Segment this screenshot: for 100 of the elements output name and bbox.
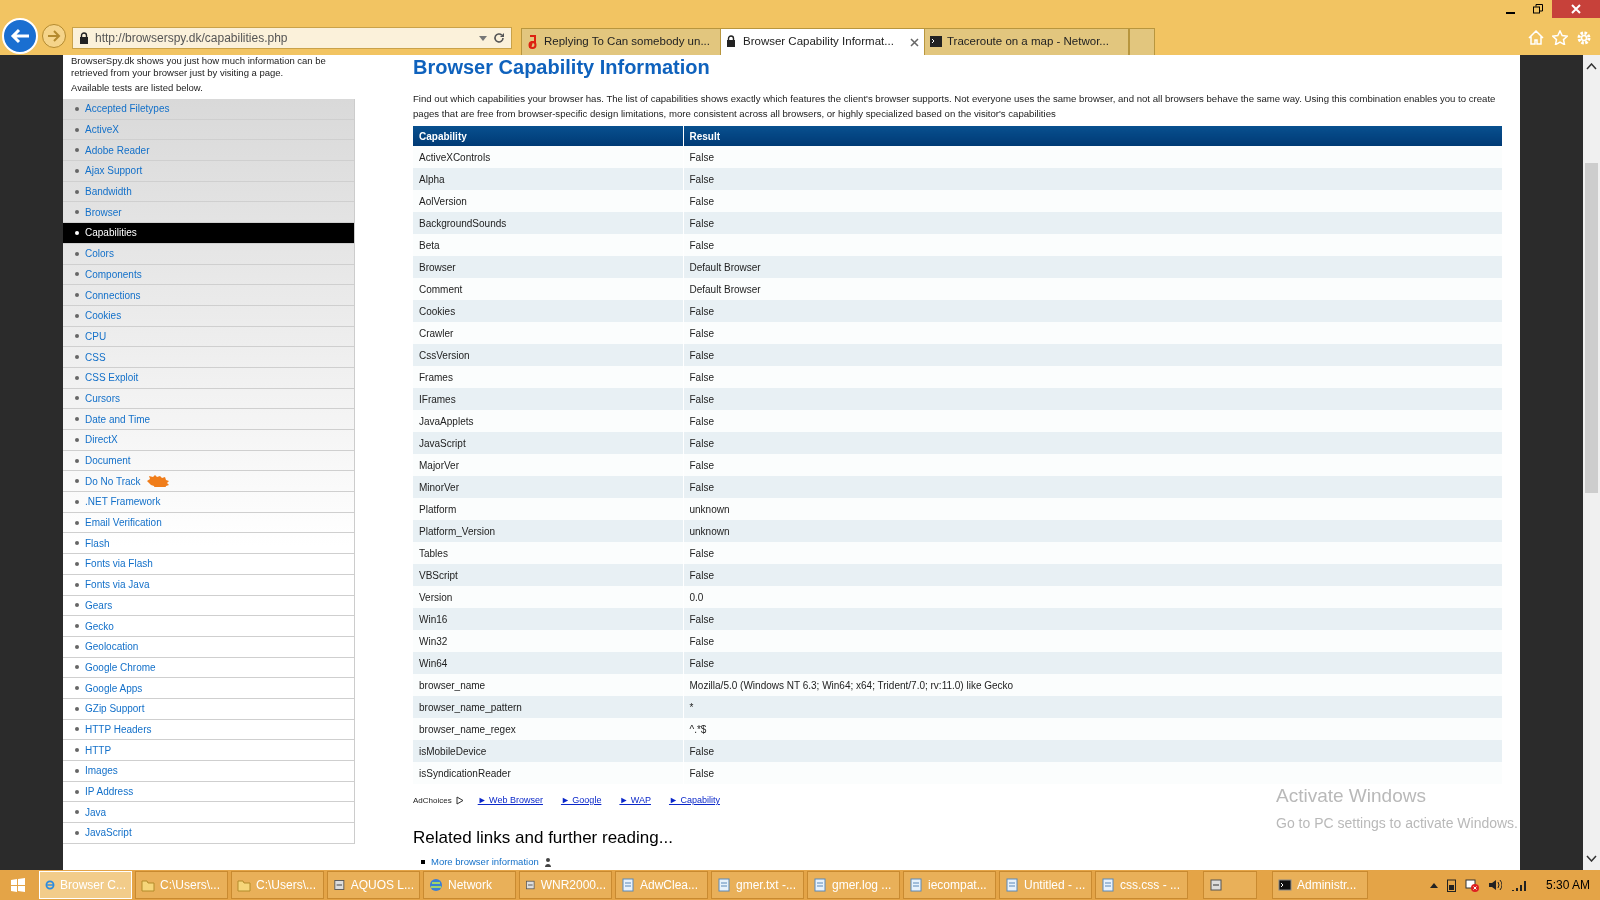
restore-icon[interactable] — [1533, 4, 1543, 14]
sidebar-link[interactable]: Java — [63, 802, 354, 824]
table-cell: Win16 — [413, 608, 683, 630]
ad-label[interactable]: AdChoices — [413, 794, 452, 807]
notepad-icon — [1005, 878, 1019, 892]
ad-link[interactable]: ► Web Browser — [477, 795, 543, 805]
notepad-icon — [1101, 878, 1115, 892]
notepad-icon — [813, 878, 827, 892]
sidebar-link[interactable]: Gears — [63, 595, 354, 617]
table-cell: False — [683, 630, 1503, 652]
folder-icon — [141, 878, 155, 892]
sidebar-link[interactable]: Document — [63, 450, 354, 472]
table-cell: False — [683, 740, 1503, 762]
sidebar-link[interactable]: Bandwidth — [63, 181, 354, 203]
app-window-icon — [1209, 878, 1223, 892]
ad-link[interactable]: ► WAP — [619, 795, 651, 805]
sidebar-link[interactable]: GZip Support — [63, 698, 354, 720]
sidebar-link[interactable]: Images — [63, 761, 354, 782]
volume-icon[interactable] — [1487, 879, 1502, 891]
table-cell: isMobileDevice — [413, 740, 683, 762]
table-cell: Win32 — [413, 630, 683, 652]
taskbar-button[interactable] — [1203, 871, 1257, 899]
table-cell: Win64 — [413, 652, 683, 674]
address-field[interactable]: http://browserspy.dk/capabilities.php — [72, 27, 512, 49]
table-cell: Comment — [413, 278, 683, 300]
sidebar-link[interactable]: Cookies — [63, 305, 354, 327]
table-cell: AolVersion — [413, 190, 683, 212]
table-cell: False — [683, 476, 1503, 498]
sidebar-link[interactable]: Google Apps — [63, 678, 354, 699]
back-button[interactable] — [2, 18, 38, 54]
bullet-icon — [421, 860, 425, 865]
table-cell: Platform_Version — [413, 520, 683, 542]
column-header: Capability — [413, 126, 683, 146]
scroll-up-icon[interactable] — [1586, 63, 1597, 70]
refresh-icon[interactable] — [493, 32, 505, 44]
sidebar-link[interactable]: CPU — [63, 326, 354, 348]
sidebar-link[interactable]: Capabilities — [63, 223, 354, 244]
star-icon[interactable] — [1552, 30, 1568, 45]
sidebar-link[interactable]: JavaScript — [63, 823, 354, 844]
sidebar-link[interactable]: Email Verification — [63, 512, 354, 534]
table-cell: False — [683, 432, 1503, 454]
sidebar-link[interactable]: Accepted Filetypes — [63, 99, 354, 120]
table-cell: unknown — [683, 498, 1503, 520]
table-cell: False — [683, 652, 1503, 674]
sidebar-link[interactable]: Connections — [63, 285, 354, 306]
battery-icon[interactable] — [1446, 878, 1456, 892]
table-cell: False — [683, 322, 1503, 344]
network-error-icon[interactable] — [1464, 878, 1479, 892]
sidebar-link[interactable]: IP Address — [63, 781, 354, 803]
ad-link[interactable]: ► Capability — [668, 795, 720, 805]
sidebar-link[interactable]: Do No Track — [63, 471, 354, 493]
scroll-down-icon[interactable] — [1586, 855, 1597, 862]
table-cell: MajorVer — [413, 454, 683, 476]
app-window-icon — [525, 878, 536, 892]
sidebar-link[interactable]: Colors — [63, 243, 354, 265]
sidebar-link[interactable]: Date and Time — [63, 409, 354, 430]
ad-choices-icon[interactable] — [455, 796, 464, 806]
forward-arrow-icon — [47, 30, 61, 42]
ad-link[interactable]: ► Google — [560, 795, 602, 805]
signal-icon[interactable] — [1510, 879, 1527, 891]
table-cell: False — [683, 608, 1503, 630]
table-cell: browser_name_regex — [413, 718, 683, 740]
browser-tab[interactable]: Browser Capability Informat... — [720, 28, 925, 55]
table-cell: MinorVer — [413, 476, 683, 498]
table-cell: unknown — [683, 520, 1503, 542]
table-cell: CssVersion — [413, 344, 683, 366]
sidebar-link[interactable]: Flash — [63, 533, 354, 555]
sidebar-link[interactable]: CSS Exploit — [63, 367, 354, 389]
table-cell: Mozilla/5.0 (Windows NT 6.3; Win64; x64; Trident/7.0; rv:11.0) like Gecko — [683, 674, 1503, 696]
close-icon[interactable] — [910, 37, 919, 47]
sidebar-link[interactable]: Geolocation — [63, 636, 354, 658]
sidebar-link[interactable]: Fonts via Flash — [63, 554, 354, 575]
sidebar-link[interactable]: ActiveX — [63, 119, 354, 141]
table-cell: False — [683, 234, 1503, 256]
sidebar-link[interactable]: CSS — [63, 347, 354, 368]
dropdown-icon[interactable] — [479, 35, 487, 41]
sidebar-link[interactable]: DirectX — [63, 430, 354, 451]
globe-icon — [429, 878, 443, 892]
sidebar-link[interactable]: Google Chrome — [63, 657, 354, 679]
activation-title: Activate Windows — [1276, 784, 1427, 808]
sidebar-link[interactable]: Cursors — [63, 388, 354, 410]
sidebar-link[interactable]: Ajax Support — [63, 161, 354, 182]
scrollbar[interactable] — [1583, 55, 1600, 870]
lock-icon — [79, 32, 89, 44]
table-cell: False — [683, 344, 1503, 366]
sidebar-link[interactable]: .NET Framework — [63, 492, 354, 513]
sidebar-link[interactable]: HTTP — [63, 740, 354, 761]
sidebar-link[interactable]: Gecko — [63, 616, 354, 637]
browser-tab[interactable]: Replying To Can somebody un... — [521, 28, 721, 55]
related-link[interactable]: More browser information — [431, 855, 539, 870]
sidebar-link[interactable]: HTTP Headers — [63, 719, 354, 741]
show-hidden-icons-icon[interactable] — [1429, 882, 1438, 888]
sidebar-link[interactable]: Fonts via Java — [63, 574, 354, 596]
table-cell: Frames — [413, 366, 683, 388]
sidebar-link[interactable]: Adobe Reader — [63, 140, 354, 162]
table-cell: False — [683, 762, 1503, 784]
table-cell: browser_name — [413, 674, 683, 696]
browser-tab[interactable]: Traceroute on a map - Networ... — [924, 28, 1129, 55]
sidebar-link[interactable]: Components — [63, 264, 354, 286]
clock[interactable]: 5:30 AM — [1545, 876, 1590, 894]
